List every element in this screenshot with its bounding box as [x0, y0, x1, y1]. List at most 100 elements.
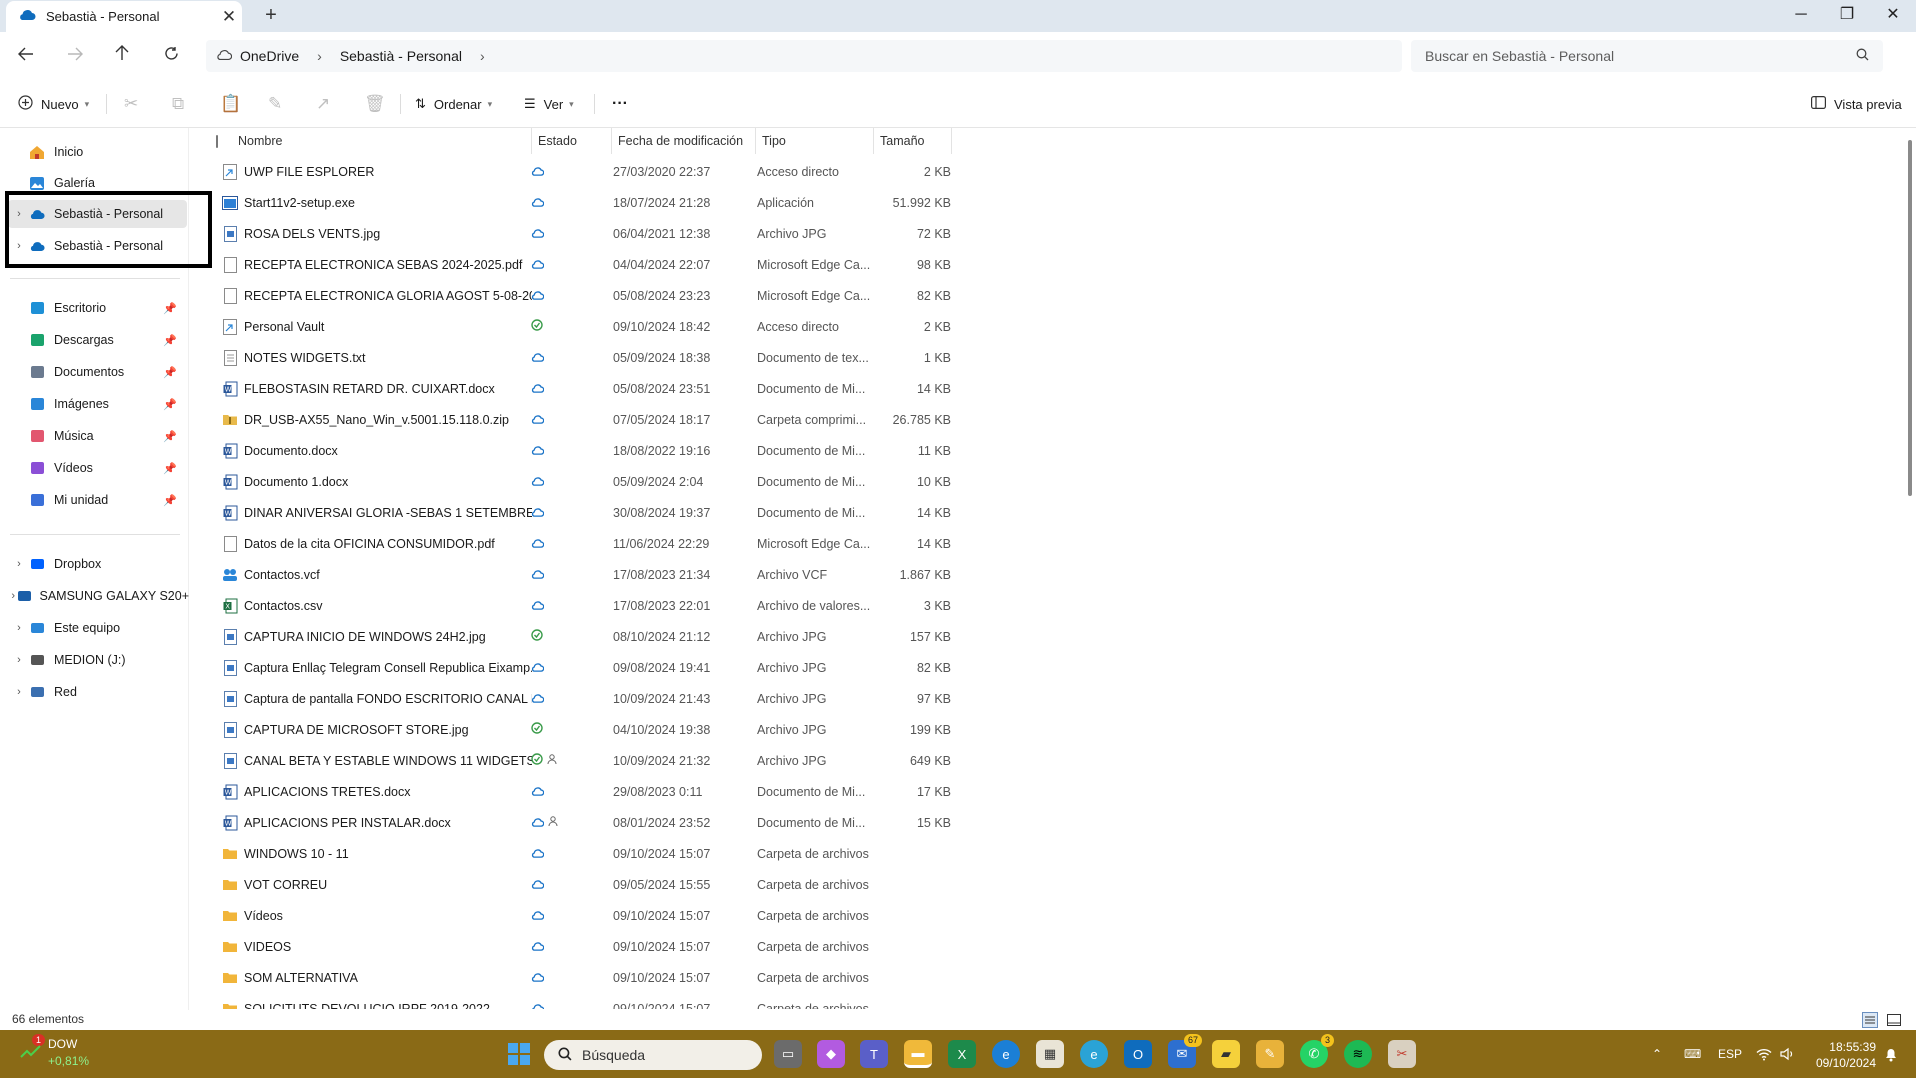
share-button[interactable]: ↗: [316, 92, 330, 116]
forward-arrow-icon[interactable]: [61, 44, 89, 68]
table-row[interactable]: CAPTURA DE MICROSOFT STORE.jpg 04/10/2024…: [206, 714, 952, 745]
breadcrumb-onedrive[interactable]: OneDrive: [240, 48, 299, 64]
paste-button[interactable]: 📋: [220, 92, 241, 116]
table-row[interactable]: W Documento.docx 18/08/2022 19:16 Documento…: [206, 435, 952, 466]
edge-canary-icon[interactable]: e: [1080, 1040, 1108, 1068]
cut-button[interactable]: ✂: [124, 92, 138, 116]
sidebar-item-music[interactable]: Música 📌: [0, 422, 189, 450]
pin-icon[interactable]: 📌: [163, 462, 177, 475]
start-button[interactable]: [505, 1040, 533, 1068]
edge-icon[interactable]: e: [992, 1040, 1020, 1068]
table-row[interactable]: SOLICITUTS DEVOLUCIO IRPF 2019-2022 09/10…: [206, 993, 952, 1009]
view-button[interactable]: ☰ Ver ▾: [524, 92, 574, 116]
close-window-button[interactable]: ✕: [1870, 0, 1916, 32]
up-arrow-icon[interactable]: [108, 44, 136, 68]
address-bar[interactable]: OneDrive › Sebastià - Personal ›: [206, 40, 1402, 72]
chevron-right-icon[interactable]: ›: [480, 48, 485, 64]
chevron-right-icon[interactable]: ›: [10, 558, 28, 570]
maximize-button[interactable]: ❐: [1824, 0, 1870, 32]
breadcrumb-sebastia-personal[interactable]: Sebastià - Personal: [340, 48, 462, 64]
column-type[interactable]: Tipo: [756, 128, 874, 154]
outlook-icon[interactable]: O: [1124, 1040, 1152, 1068]
tiles-view-icon[interactable]: [1886, 1012, 1904, 1030]
language-indicator[interactable]: ESP: [1718, 1030, 1742, 1078]
pin-icon[interactable]: 📌: [163, 302, 177, 315]
sidebar-item-network[interactable]: › Red: [0, 678, 189, 706]
column-size[interactable]: Tamaño: [874, 128, 952, 154]
table-row[interactable]: CANAL BETA Y ESTABLE WINDOWS 11 WIDGETS.…: [206, 745, 952, 776]
table-row[interactable]: Personal Vault 09/10/2024 18:42 Acceso dir…: [206, 311, 952, 342]
close-tab-icon[interactable]: ✕: [216, 7, 242, 27]
sidebar-item-pictures[interactable]: Imágenes 📌: [0, 390, 189, 418]
sidebar-item-phone[interactable]: › SAMSUNG GALAXY S20+: [0, 582, 189, 610]
new-tab-button[interactable]: +: [258, 4, 284, 28]
search-input[interactable]: Buscar en Sebastià - Personal: [1411, 40, 1883, 72]
teams-icon[interactable]: T: [860, 1040, 888, 1068]
table-row[interactable]: DR_USB-AX55_Nano_Win_v.5001.15.118.0.zip…: [206, 404, 952, 435]
copilot-icon[interactable]: ◆: [817, 1040, 845, 1068]
sidebar-item-documents[interactable]: Documentos 📌: [0, 358, 189, 386]
table-row[interactable]: UWP FILE ESPLORER 27/03/2020 22:37 Acceso …: [206, 156, 952, 187]
preview-pane-button[interactable]: Vista previa: [1811, 92, 1902, 116]
chevron-right-icon[interactable]: ›: [10, 622, 28, 634]
sidebar-item-usb-drive[interactable]: › MEDION (J:): [0, 646, 189, 674]
column-name[interactable]: Nombre: [232, 128, 532, 154]
file-explorer-icon[interactable]: ▬: [904, 1040, 932, 1068]
rename-button[interactable]: ✎: [268, 92, 282, 116]
delete-button[interactable]: 🗑: [364, 92, 386, 116]
more-options-button[interactable]: ···: [612, 92, 628, 116]
pin-icon[interactable]: 📌: [163, 334, 177, 347]
table-row[interactable]: W DINAR ANIVERSAI GLORIA -SEBAS 1 SETEMBR…: [206, 497, 952, 528]
vertical-scrollbar[interactable]: [1908, 140, 1912, 496]
table-row[interactable]: NOTES WIDGETS.txt 05/09/2024 18:38 Documen…: [206, 342, 952, 373]
table-row[interactable]: Contactos.vcf 17/08/2023 21:34 Archivo VCF…: [206, 559, 952, 590]
table-row[interactable]: W APLICACIONS TRETES.docx 29/08/2023 0:11 D…: [206, 776, 952, 807]
notes-icon[interactable]: ✎: [1256, 1040, 1284, 1068]
pin-icon[interactable]: 📌: [163, 366, 177, 379]
table-row[interactable]: Captura de pantalla FONDO ESCRITORIO CAN…: [206, 683, 952, 714]
taskbar-search[interactable]: Búsqueda: [544, 1040, 762, 1070]
volume-icon[interactable]: [1780, 1030, 1796, 1078]
column-state[interactable]: Estado: [532, 128, 612, 154]
table-row[interactable]: W FLEBOSTASIN RETARD DR. CUIXART.docx 05/0…: [206, 373, 952, 404]
copy-button[interactable]: ⧉: [172, 92, 184, 116]
sidebar-item-drive[interactable]: Mi unidad 📌: [0, 486, 189, 514]
sticky-notes-icon[interactable]: ▰: [1212, 1040, 1240, 1068]
table-row[interactable]: Datos de la cita OFICINA CONSUMIDOR.pdf 1…: [206, 528, 952, 559]
tab-sebastia-personal[interactable]: Sebastià - Personal ✕: [6, 1, 242, 32]
table-row[interactable]: VOT CORREU 09/05/2024 15:55 Carpeta de arc…: [206, 869, 952, 900]
snipping-tool-icon[interactable]: ✂: [1388, 1040, 1416, 1068]
keyboard-icon[interactable]: ⌨: [1684, 1030, 1701, 1078]
table-row[interactable]: VIDEOS 09/10/2024 15:07 Carpeta de archivo…: [206, 931, 952, 962]
pin-icon[interactable]: 📌: [163, 430, 177, 443]
whatsapp-icon[interactable]: ✆ 3: [1300, 1034, 1334, 1068]
table-row[interactable]: WINDOWS 10 - 11 09/10/2024 15:07 Carpeta d…: [206, 838, 952, 869]
table-row[interactable]: X Contactos.csv 17/08/2023 22:01 Archivo de…: [206, 590, 952, 621]
minimize-button[interactable]: ─: [1778, 0, 1824, 32]
task-view-icon[interactable]: ▭: [774, 1040, 802, 1068]
table-row[interactable]: W Documento 1.docx 05/09/2024 2:04 Document…: [206, 466, 952, 497]
table-row[interactable]: Start11v2-setup.exe 18/07/2024 21:28 Aplic…: [206, 187, 952, 218]
mail-icon[interactable]: ✉ 67: [1168, 1034, 1202, 1068]
refresh-icon[interactable]: [157, 44, 185, 68]
back-arrow-icon[interactable]: [12, 44, 40, 68]
wifi-icon[interactable]: [1756, 1030, 1772, 1078]
sidebar-item-desktop[interactable]: Escritorio 📌: [0, 294, 189, 322]
chevron-right-icon[interactable]: ›: [10, 686, 28, 698]
table-row[interactable]: CAPTURA INICIO DE WINDOWS 24H2.jpg 08/10/…: [206, 621, 952, 652]
chevron-right-icon[interactable]: ›: [317, 48, 322, 64]
excel-icon[interactable]: X: [948, 1040, 976, 1068]
sidebar-item-inicio[interactable]: Inicio: [0, 138, 189, 166]
sidebar-item-pc[interactable]: › Este equipo: [0, 614, 189, 642]
table-row[interactable]: W APLICACIONS PER INSTALAR.docx 08/01/2024…: [206, 807, 952, 838]
spotify-icon[interactable]: ≋: [1344, 1040, 1372, 1068]
new-button[interactable]: Nuevo ▾: [18, 92, 89, 116]
table-row[interactable]: Captura Enllaç Telegram Consell Republic…: [206, 652, 952, 683]
notification-bell-icon[interactable]: [1884, 1030, 1898, 1078]
table-row[interactable]: ROSA DELS VENTS.jpg 06/04/2021 12:38 Archi…: [206, 218, 952, 249]
details-view-icon[interactable]: [1862, 1012, 1880, 1030]
sidebar-item-dropbox[interactable]: › Dropbox: [0, 550, 189, 578]
table-row[interactable]: SOM ALTERNATIVA 09/10/2024 15:07 Carpeta d…: [206, 962, 952, 993]
sidebar-item-download[interactable]: Descargas 📌: [0, 326, 189, 354]
table-row[interactable]: RECEPTA ELECTRONICA GLORIA AGOST 5-08-20…: [206, 280, 952, 311]
